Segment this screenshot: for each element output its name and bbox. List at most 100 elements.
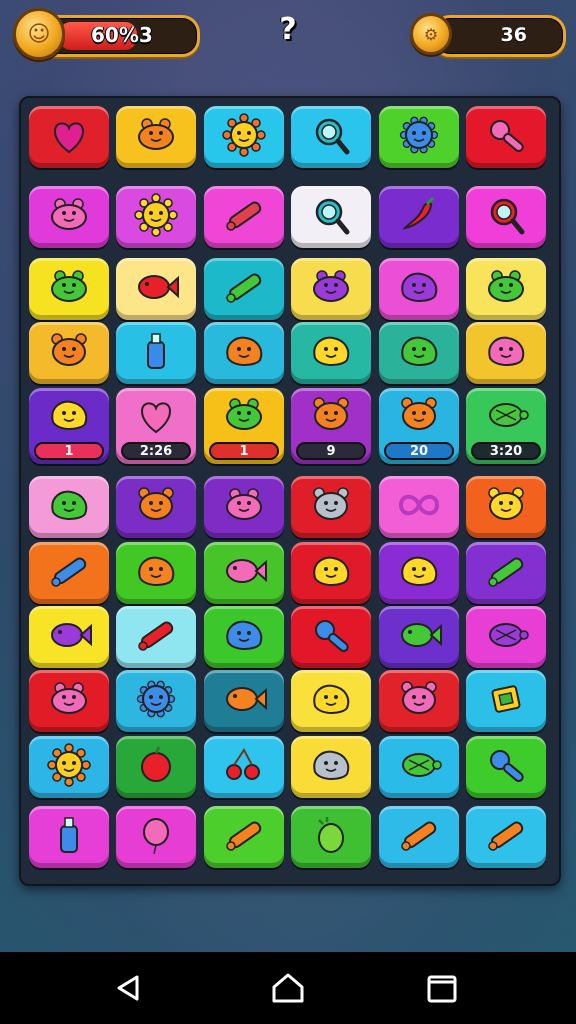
board-tile[interactable] xyxy=(116,542,196,604)
board-tile[interactable] xyxy=(379,258,459,320)
board-tile[interactable] xyxy=(291,258,371,320)
board-tile[interactable]: 1 xyxy=(204,388,284,464)
heart-balloon-icon xyxy=(41,112,97,162)
board-tile[interactable] xyxy=(29,736,109,798)
red-fish-icon xyxy=(128,264,184,314)
blue-spiky-monster-icon xyxy=(391,112,447,162)
red-apple-icon xyxy=(128,742,184,792)
board-tile[interactable] xyxy=(116,258,196,320)
yellow-box-icon xyxy=(478,676,534,726)
home-icon[interactable] xyxy=(268,970,308,1006)
board-tile[interactable]: 20 xyxy=(379,388,459,464)
board-tile[interactable] xyxy=(466,322,546,384)
board-tile[interactable] xyxy=(379,736,459,798)
board-tile[interactable] xyxy=(116,106,196,168)
back-triangle-icon[interactable] xyxy=(108,970,148,1006)
board-tile[interactable] xyxy=(466,736,546,798)
board-tile[interactable] xyxy=(29,542,109,604)
pink-balloon-icon xyxy=(128,812,184,862)
board-tile[interactable] xyxy=(466,476,546,538)
board-tile[interactable] xyxy=(291,806,371,868)
orange-bear-icon xyxy=(41,328,97,378)
board-tile[interactable] xyxy=(29,670,109,732)
board-tile[interactable] xyxy=(379,186,459,248)
board-tile[interactable] xyxy=(204,258,284,320)
board-tile[interactable] xyxy=(291,476,371,538)
board-tile[interactable]: 1 xyxy=(29,388,109,464)
board-tile[interactable] xyxy=(379,542,459,604)
board-tile[interactable] xyxy=(204,476,284,538)
green-frog-icon xyxy=(216,392,272,442)
board-tile[interactable] xyxy=(116,736,196,798)
board-tile[interactable] xyxy=(116,322,196,384)
board-tile[interactable]: 9 xyxy=(291,388,371,464)
board-tile[interactable] xyxy=(204,670,284,732)
board-tile[interactable] xyxy=(116,606,196,668)
board-tile[interactable] xyxy=(29,476,109,538)
board-tile[interactable] xyxy=(29,806,109,868)
board-tile[interactable] xyxy=(29,186,109,248)
pink-frog-icon xyxy=(216,482,272,532)
board-tile[interactable] xyxy=(466,186,546,248)
board-tile[interactable] xyxy=(466,670,546,732)
tile-counter: 1 xyxy=(209,442,279,460)
orange-bear-icon xyxy=(128,482,184,532)
tile-counter: 9 xyxy=(296,442,366,460)
gear-coin-icon: ⚙ xyxy=(423,24,439,44)
tile-counter: 20 xyxy=(384,442,454,460)
board-tile[interactable] xyxy=(116,670,196,732)
board-tile[interactable] xyxy=(291,186,371,248)
board-tile[interactable] xyxy=(29,606,109,668)
board-tile[interactable] xyxy=(116,186,196,248)
pink-frog-icon xyxy=(41,192,97,242)
green-leaf-icon xyxy=(216,264,272,314)
help-button[interactable]: ? xyxy=(276,12,300,50)
blue-blob-icon xyxy=(216,612,272,662)
board-tile[interactable] xyxy=(116,476,196,538)
board-tile[interactable] xyxy=(466,258,546,320)
yellow-blob-icon xyxy=(41,392,97,442)
board-tile[interactable]: 2:26 xyxy=(116,388,196,464)
board-tile[interactable] xyxy=(379,106,459,168)
board-tile[interactable]: 3:20 xyxy=(466,388,546,464)
recents-icon[interactable] xyxy=(422,970,462,1006)
board-tile[interactable] xyxy=(204,736,284,798)
board-tile[interactable] xyxy=(204,186,284,248)
purple-turtle-icon xyxy=(478,612,534,662)
board-tile[interactable] xyxy=(379,322,459,384)
board-tile[interactable] xyxy=(204,542,284,604)
board-tile[interactable] xyxy=(291,606,371,668)
board-tile[interactable] xyxy=(116,806,196,868)
player-avatar-coin[interactable]: ☺ xyxy=(13,8,65,60)
magnifier-icon xyxy=(303,192,359,242)
board-tile[interactable] xyxy=(291,736,371,798)
yellow-blob-icon xyxy=(391,548,447,598)
board-tile[interactable] xyxy=(379,806,459,868)
android-navigation-bar xyxy=(0,952,576,1024)
board-tile[interactable] xyxy=(29,106,109,168)
blue-candy-icon xyxy=(303,612,359,662)
board-tile[interactable] xyxy=(379,670,459,732)
board-tile[interactable] xyxy=(291,670,371,732)
orange-carrot-icon xyxy=(478,812,534,862)
board-tile[interactable] xyxy=(204,806,284,868)
board-tile[interactable] xyxy=(29,258,109,320)
board-tile[interactable] xyxy=(291,106,371,168)
board-tile[interactable] xyxy=(466,542,546,604)
board-tile[interactable] xyxy=(466,106,546,168)
board-tile[interactable] xyxy=(291,542,371,604)
board-tile[interactable] xyxy=(379,606,459,668)
orange-bear-icon xyxy=(391,392,447,442)
gray-blob-icon xyxy=(303,742,359,792)
board-tile[interactable] xyxy=(466,606,546,668)
board-tile[interactable] xyxy=(291,322,371,384)
board-tile[interactable] xyxy=(204,106,284,168)
purple-fish-icon xyxy=(41,612,97,662)
board-tile[interactable] xyxy=(204,606,284,668)
board-tile[interactable] xyxy=(204,322,284,384)
board-tile[interactable] xyxy=(29,322,109,384)
board-tile[interactable] xyxy=(466,806,546,868)
board-tile[interactable] xyxy=(379,476,459,538)
progress-text: 60%3 xyxy=(91,23,153,47)
green-frog-icon xyxy=(478,264,534,314)
